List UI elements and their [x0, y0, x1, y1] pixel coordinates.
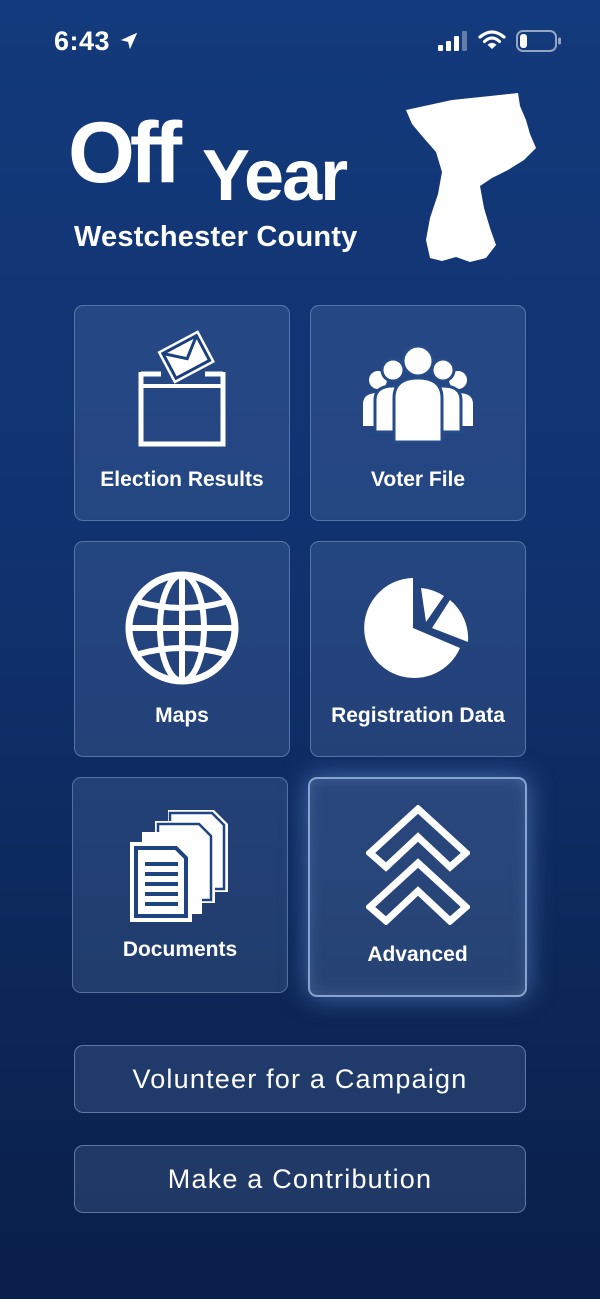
contribution-button[interactable]: Make a Contribution — [74, 1145, 526, 1213]
pie-chart-icon — [364, 578, 469, 678]
status-bar: 6:43 — [0, 0, 600, 80]
documents-label: Documents — [122, 938, 238, 961]
volunteer-button[interactable]: Volunteer for a Campaign — [74, 1045, 526, 1113]
maps-tile[interactable]: Maps — [74, 541, 290, 757]
app-logo: Off Year Westchester County — [0, 90, 600, 280]
cellular-signal-icon — [438, 31, 467, 51]
registration-data-tile[interactable]: Registration Data — [310, 541, 526, 757]
documents-stack-icon — [130, 810, 228, 922]
advanced-label: Advanced — [367, 943, 468, 966]
status-time: 6:43 — [54, 26, 111, 56]
advanced-tile[interactable]: Advanced — [308, 777, 527, 997]
people-group-icon — [363, 346, 473, 444]
westchester-county-map-icon — [406, 93, 536, 262]
documents-tile[interactable]: Documents — [72, 777, 288, 993]
registration-data-label: Registration Data — [331, 704, 505, 727]
location-arrow-icon — [120, 32, 138, 50]
logo-county-name: Westchester County — [74, 221, 358, 253]
battery-icon — [516, 30, 561, 52]
double-chevron-up-icon — [365, 805, 470, 925]
voter-file-tile[interactable]: Voter File — [310, 305, 526, 521]
maps-label: Maps — [155, 704, 209, 727]
logo-word-off: Off — [68, 105, 182, 201]
voter-file-label: Voter File — [370, 468, 466, 491]
logo-word-year: Year — [202, 136, 348, 216]
election-results-label: Election Results — [100, 468, 264, 491]
ballot-box-icon — [138, 330, 226, 447]
election-results-tile[interactable]: Election Results — [74, 305, 290, 521]
wifi-icon — [478, 30, 506, 49]
globe-icon — [125, 571, 239, 685]
